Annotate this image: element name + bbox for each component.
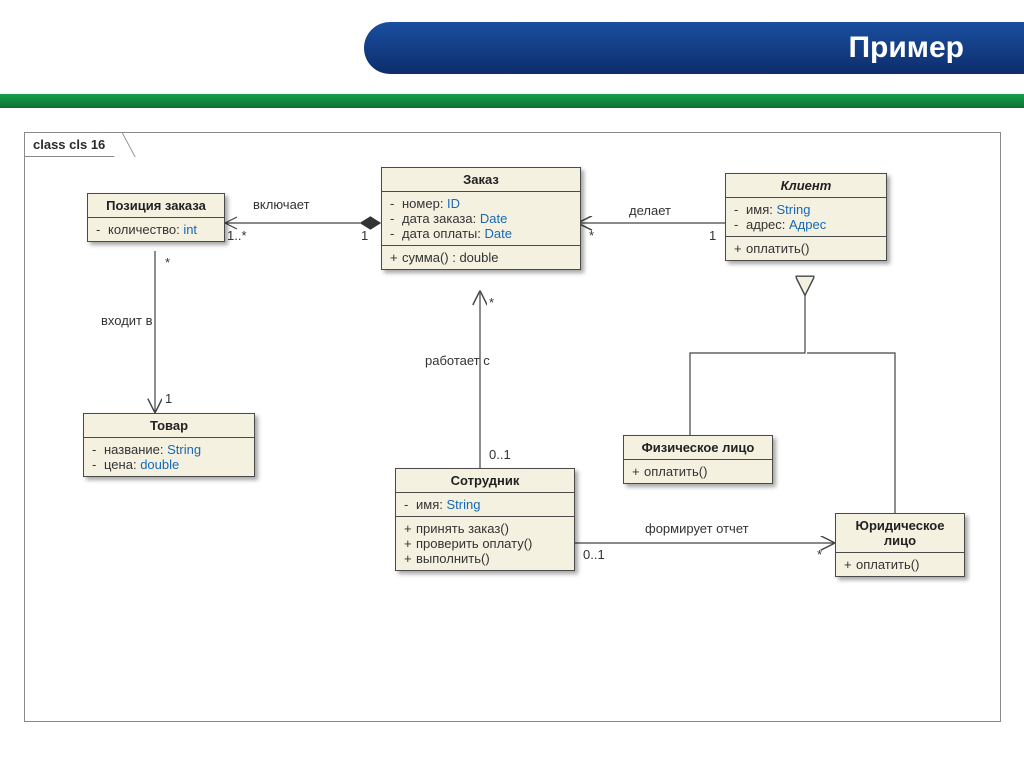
class-legal-ops: +оплатить(): [836, 553, 964, 576]
rel-works-label: работает с: [425, 353, 490, 368]
class-client: Клиент -имя: String -адрес: Адрес +оплат…: [725, 173, 887, 261]
rel-includes-m2: 1: [361, 228, 368, 243]
rel-report-m1: 0..1: [583, 547, 605, 562]
frame-label: class cls 16: [24, 132, 120, 157]
rel-works-m1: *: [489, 295, 494, 310]
rel-belongs-m2: 1: [165, 391, 172, 406]
class-product: Товар -название: String -цена: double: [83, 413, 255, 477]
slide-title-text: Пример: [848, 31, 964, 65]
stripe-white: [0, 88, 1024, 92]
rel-works-m2: 0..1: [489, 447, 511, 462]
class-employee-title: Сотрудник: [396, 469, 574, 493]
class-employee-ops: +принять заказ() +проверить оплату() +вы…: [396, 516, 574, 570]
stripe-green: [0, 94, 1024, 108]
rel-belongs-label: входит в: [101, 313, 153, 328]
class-product-attrs: -название: String -цена: double: [84, 438, 254, 476]
class-order-title: Заказ: [382, 168, 580, 192]
diagram-frame: class cls 16: [24, 132, 1001, 722]
class-client-ops: +оплатить(): [726, 236, 886, 260]
rel-includes-label: включает: [253, 197, 310, 212]
class-client-title: Клиент: [726, 174, 886, 198]
class-person-ops: +оплатить(): [624, 460, 772, 483]
rel-report-label: формирует отчет: [645, 521, 749, 536]
class-person-title: Физическое лицо: [624, 436, 772, 460]
class-order-item-attrs: -количество: int: [88, 218, 224, 241]
class-order-attrs: -номер: ID -дата заказа: Date -дата опла…: [382, 192, 580, 245]
class-order-ops: +сумма() : double: [382, 245, 580, 269]
class-product-title: Товар: [84, 414, 254, 438]
rel-makes-m1: *: [589, 228, 594, 243]
rel-makes-label: делает: [629, 203, 671, 218]
class-employee-attrs: -имя: String: [396, 493, 574, 516]
slide-header: Пример: [0, 22, 1024, 92]
class-order: Заказ -номер: ID -дата заказа: Date -дат…: [381, 167, 581, 270]
class-client-attrs: -имя: String -адрес: Адрес: [726, 198, 886, 236]
rel-belongs-m1: *: [165, 255, 170, 270]
class-order-item-title: Позиция заказа: [88, 194, 224, 218]
class-employee: Сотрудник -имя: String +принять заказ() …: [395, 468, 575, 571]
class-order-item: Позиция заказа -количество: int: [87, 193, 225, 242]
rel-makes-m2: 1: [709, 228, 716, 243]
frame-label-text: class cls 16: [33, 137, 105, 152]
class-legal-title: Юридическое лицо: [836, 514, 964, 553]
class-person: Физическое лицо +оплатить(): [623, 435, 773, 484]
rel-report-m2: *: [817, 547, 822, 562]
class-legal: Юридическое лицо +оплатить(): [835, 513, 965, 577]
rel-includes-m1: 1..*: [227, 228, 247, 243]
slide-title: Пример: [364, 22, 1024, 74]
